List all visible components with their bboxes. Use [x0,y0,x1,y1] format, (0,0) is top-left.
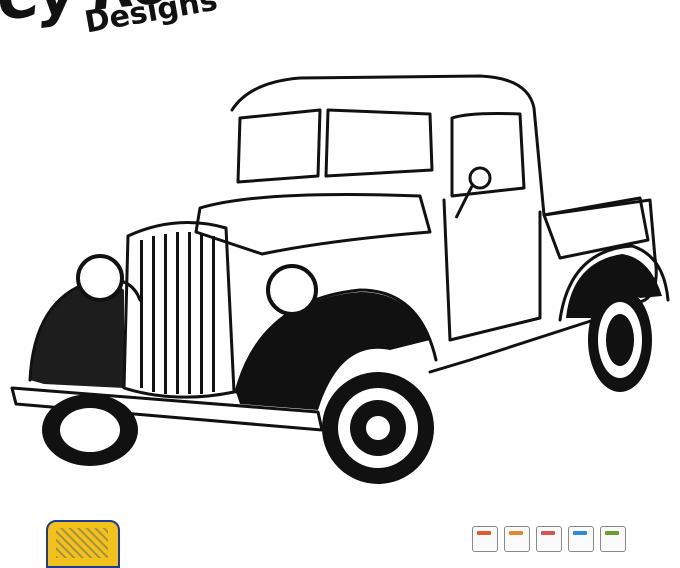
file-icon-3 [536,526,562,552]
windshield-left [236,108,322,184]
file-format-icons [472,526,626,552]
shield-badge-icon [46,520,120,568]
windshield-right [324,108,434,178]
file-icon-1 [472,526,498,552]
headlight-left [76,254,124,302]
left-front-wheel [42,394,138,466]
front-wheel [322,372,434,484]
headlight-right [266,264,318,316]
file-icon-4 [568,526,594,552]
rear-wheel [588,288,652,392]
file-icon-2 [504,526,530,552]
vintage-pickup-truck-icon [10,74,670,484]
file-icon-5 [600,526,626,552]
